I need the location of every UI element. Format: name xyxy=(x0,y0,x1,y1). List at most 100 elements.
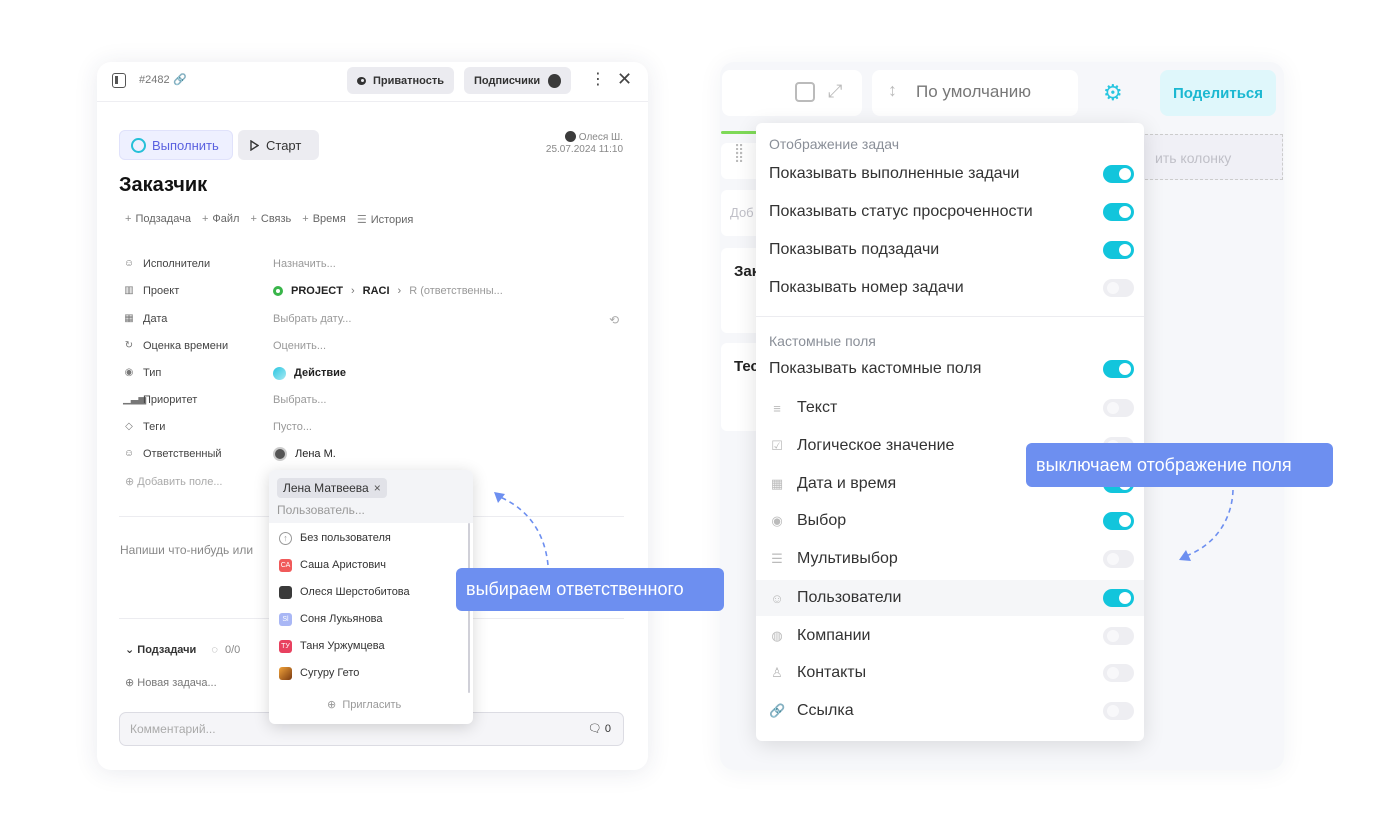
history-action[interactable]: ☰ История xyxy=(357,213,414,226)
setting-row[interactable]: ☰ Мультивыбор xyxy=(756,541,1144,577)
task-top-bar: #2482 🔗 Приватность Подписчики ⋮ ✕ xyxy=(97,62,648,102)
field-row-date[interactable]: ▦ Дата Выбрать дату... xyxy=(123,310,623,328)
toggle-switch[interactable] xyxy=(1103,241,1134,259)
add-time-action[interactable]: + Время xyxy=(302,213,346,226)
user-option[interactable]: СА Саша Аристович xyxy=(279,555,386,575)
new-subtask-button[interactable]: ⊕ Новая задача... xyxy=(125,676,217,689)
multiselect-icon: ☰ xyxy=(771,551,783,566)
user-avatar xyxy=(279,666,292,680)
setting-row[interactable]: ◉ Выбор xyxy=(756,503,1144,539)
close-icon[interactable]: ✕ xyxy=(617,70,632,88)
field-row-responsible[interactable]: ☺ Ответственный Лена М. xyxy=(123,445,623,463)
toggle-switch[interactable] xyxy=(1103,399,1134,417)
user-option[interactable]: Сугуру Гето xyxy=(279,663,359,683)
field-label: Дата xyxy=(143,313,168,325)
checkbox-icon: ☑ xyxy=(771,438,783,453)
share-button[interactable]: Поделиться xyxy=(1160,70,1276,116)
user-icon: ☺ xyxy=(123,448,135,459)
toggle-switch[interactable] xyxy=(1103,360,1134,378)
chevron-down-icon: ⌄ xyxy=(125,644,135,656)
user-avatar: СА xyxy=(279,558,292,572)
setting-row[interactable]: ☺ Пользователи xyxy=(756,580,1144,616)
user-option[interactable]: ТУ Таня Уржумцева xyxy=(279,636,385,656)
start-label: Старт xyxy=(266,137,302,153)
user-option[interactable]: ↑ Без пользователя xyxy=(279,528,391,548)
setting-row[interactable]: ◍ Компании xyxy=(756,618,1144,654)
toggle-switch[interactable] xyxy=(1103,664,1134,682)
setting-row[interactable]: ♙ Контакты xyxy=(756,655,1144,691)
field-value[interactable]: Пусто... xyxy=(273,421,312,433)
field-value[interactable]: Действие xyxy=(294,367,346,379)
remove-icon[interactable]: × xyxy=(374,481,381,495)
user-search-placeholder[interactable]: Пользователь... xyxy=(277,503,365,517)
task-card-preview[interactable] xyxy=(721,248,761,333)
field-row-priority[interactable]: ▁▃▅ Приоритет Выбрать... xyxy=(123,391,623,409)
start-button[interactable]: Старт xyxy=(238,130,319,160)
add-file-action[interactable]: + Файл xyxy=(202,213,239,226)
task-title[interactable]: Заказчик xyxy=(119,174,207,197)
setting-row[interactable]: Показывать статус просроченности xyxy=(756,194,1144,230)
subscribers-button[interactable]: Подписчики xyxy=(464,67,571,94)
toggle-switch[interactable] xyxy=(1103,165,1134,183)
more-icon[interactable]: ⋮ xyxy=(590,72,606,88)
add-card-placeholder: Доб xyxy=(730,205,754,220)
column-name[interactable]: R (ответственны... xyxy=(409,285,503,297)
drag-handle-icon[interactable]: ⠿ ⠿ xyxy=(734,143,744,165)
description-hint[interactable]: Напиши что-нибудь или xyxy=(120,543,253,557)
toggle-switch[interactable] xyxy=(1103,550,1134,568)
field-value[interactable]: Выбрать... xyxy=(273,394,326,406)
setting-row[interactable]: Показывать подзадачи xyxy=(756,232,1144,268)
repeat-icon[interactable]: ⟲ xyxy=(609,313,619,327)
toggle-switch[interactable] xyxy=(1103,203,1134,221)
setting-row[interactable]: Показывать выполненные задачи xyxy=(756,156,1144,192)
expand-icon[interactable]: ⤢ xyxy=(828,81,842,102)
toggle-switch[interactable] xyxy=(1103,512,1134,530)
field-row-assignees[interactable]: ☺ Исполнители Назначить... xyxy=(123,255,623,273)
setting-row[interactable]: ≡ Текст xyxy=(756,390,1144,426)
add-subtask-action[interactable]: + Подзадача xyxy=(125,213,191,226)
toggle-switch[interactable] xyxy=(1103,279,1134,297)
selected-user-chip[interactable]: Лена Матвеева × xyxy=(277,478,387,498)
author-date: 25.07.2024 11:10 xyxy=(545,144,623,155)
subscribers-label: Подписчики xyxy=(474,74,541,87)
setting-row[interactable]: Показывать номер задачи xyxy=(756,270,1144,306)
toggle-icon: ◉ xyxy=(124,367,134,378)
project-name[interactable]: PROJECT xyxy=(291,285,343,297)
field-row-tags[interactable]: ◇ Теги Пусто... xyxy=(123,418,623,436)
setting-row[interactable]: Показывать кастомные поля xyxy=(756,351,1144,387)
complete-button[interactable]: Выполнить xyxy=(119,130,233,160)
user-option[interactable]: Sl Соня Лукьянова xyxy=(279,609,383,629)
task-number: #2482 xyxy=(139,74,170,86)
toggle-switch[interactable] xyxy=(1103,589,1134,607)
user-option[interactable]: Олеся Шерстобитова xyxy=(279,582,410,602)
bars-icon: ▁▃▅ xyxy=(123,394,147,405)
subtasks-count: 0/0 xyxy=(224,644,241,656)
user-avatar: Sl xyxy=(279,612,292,626)
field-row-estimate[interactable]: ↻ Оценка времени Оценить... xyxy=(123,337,623,355)
section-title: Отображение задач xyxy=(769,136,900,152)
add-field-button[interactable]: ⊕ Добавить поле... xyxy=(125,475,223,488)
setting-row[interactable]: 🔗 Ссылка xyxy=(756,693,1144,729)
save-icon[interactable] xyxy=(795,82,815,102)
field-value[interactable]: Назначить... xyxy=(273,258,336,270)
board-name[interactable]: RACI xyxy=(363,285,390,297)
field-row-type[interactable]: ◉ Тип Действие xyxy=(123,364,623,382)
user-select-search[interactable]: Лена Матвеева × Пользователь... xyxy=(269,470,473,523)
subtasks-label: Подзадачи xyxy=(137,644,197,656)
field-label: Оценка времени xyxy=(143,340,229,352)
field-value[interactable]: Оценить... xyxy=(273,340,326,352)
field-value[interactable]: Выбрать дату... xyxy=(273,313,351,325)
field-row-project[interactable]: ▥ Проект PROJECT › RACI › R (ответственн… xyxy=(123,282,623,300)
gear-icon[interactable]: ⚙ xyxy=(1103,80,1123,106)
toggle-switch[interactable] xyxy=(1103,702,1134,720)
task-card-preview[interactable] xyxy=(721,343,761,431)
privacy-button[interactable]: Приватность xyxy=(347,67,454,94)
toggle-switch[interactable] xyxy=(1103,627,1134,645)
field-value[interactable]: Лена М. xyxy=(295,448,336,460)
add-link-action[interactable]: + Связь xyxy=(250,213,291,226)
subtasks-header[interactable]: ⌄ Подзадачи ◌ 0/0 xyxy=(125,643,240,656)
link-icon: 🔗 xyxy=(769,703,786,718)
link-icon[interactable]: 🔗 xyxy=(173,73,187,86)
play-icon xyxy=(250,139,259,151)
invite-button[interactable]: ⊕ Пригласить xyxy=(327,698,401,711)
